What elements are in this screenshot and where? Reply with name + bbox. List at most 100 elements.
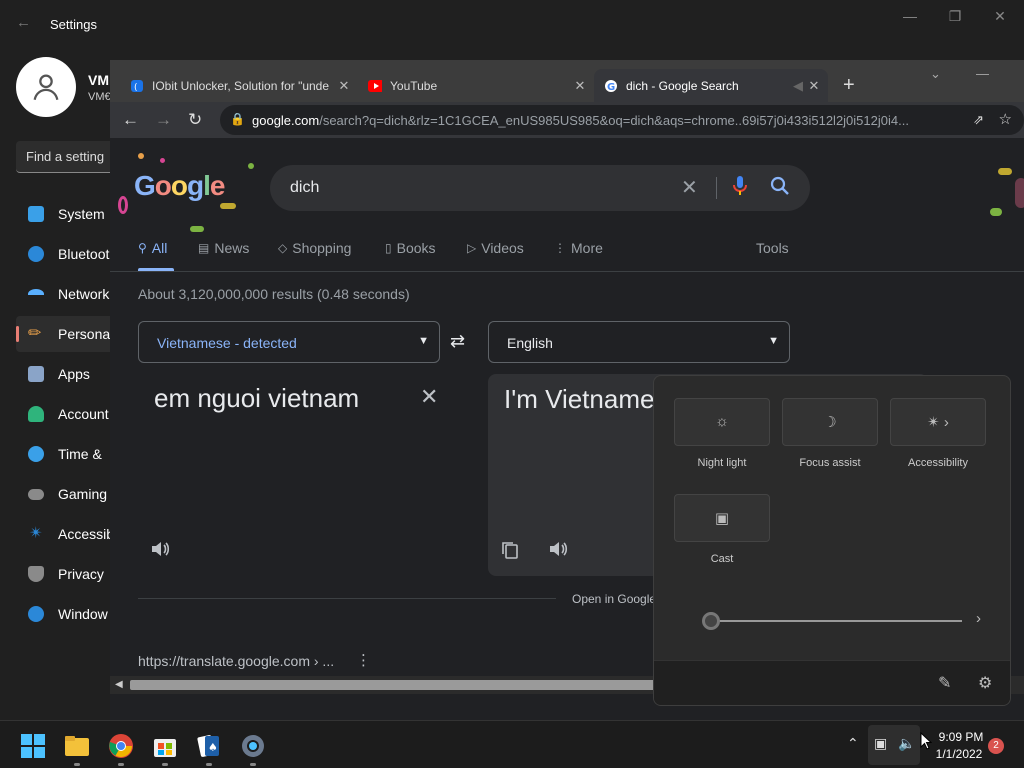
dropdown-caret-icon: ▼: [418, 335, 429, 347]
tab-iobit[interactable]: ( IObit Unlocker, Solution for "unde ✕: [120, 69, 358, 102]
mute-icon[interactable]: ◀: [790, 78, 806, 94]
speaker-icon[interactable]: [548, 540, 570, 563]
chrome-icon[interactable]: [108, 733, 134, 759]
clear-icon[interactable]: ✕: [681, 175, 698, 200]
clock-icon: [28, 446, 44, 462]
brightness-icon: ☼: [715, 413, 729, 430]
update-icon: [28, 606, 44, 622]
forward-icon[interactable]: →: [155, 110, 172, 130]
settings-gear-icon[interactable]: [240, 733, 266, 759]
accessibility-icon: ✴ ›: [927, 414, 949, 431]
user-name: VM: [88, 72, 109, 88]
quick-settings-footer: ✎ ⚙: [654, 660, 1010, 705]
tab-videos[interactable]: ▷ Videos: [467, 240, 524, 256]
tab-close-icon[interactable]: ✕: [806, 78, 822, 94]
volume-slider-knob[interactable]: [702, 612, 720, 630]
running-indicator: [118, 763, 124, 766]
tab-youtube[interactable]: YouTube ✕: [358, 69, 594, 102]
swap-languages-icon[interactable]: ⇄: [450, 331, 465, 352]
copy-icon[interactable]: [500, 540, 520, 565]
minimize-icon[interactable]: —: [976, 66, 989, 81]
solitaire-icon[interactable]: ♠: [196, 733, 222, 759]
target-language-select[interactable]: English ▼: [488, 321, 790, 363]
tab-strip: ( IObit Unlocker, Solution for "unde ✕ Y…: [110, 60, 1024, 102]
night-light-toggle[interactable]: ☼: [674, 398, 770, 446]
store-icon[interactable]: [152, 733, 178, 759]
source-text-area[interactable]: em nguoi vietnam ✕: [138, 374, 450, 580]
accessibility-toggle[interactable]: ✴ ›: [890, 398, 986, 446]
running-indicator: [206, 763, 212, 766]
tab-books[interactable]: ▯ Books: [385, 240, 436, 256]
address-bar[interactable]: 🔒 google.com/search?q=dich&rlz=1C1GCEA_e…: [220, 105, 1024, 135]
bookmark-star-icon[interactable]: ☆: [999, 110, 1012, 128]
mouse-cursor-icon: [920, 732, 932, 750]
tabs-divider: [110, 271, 1024, 272]
more-vertical-icon: ⋮: [554, 241, 566, 255]
close-icon[interactable]: ✕: [990, 8, 1010, 25]
reload-icon[interactable]: ↻: [188, 110, 202, 130]
chevron-right-icon[interactable]: ›: [976, 610, 981, 627]
tray-network-volume-button[interactable]: ▣ 🔈: [868, 725, 920, 765]
result-stats: About 3,120,000,000 results (0.48 second…: [138, 286, 410, 302]
search-input[interactable]: dich: [290, 179, 319, 197]
dropdown-caret-icon: ▼: [768, 335, 779, 347]
scroll-thumb[interactable]: [130, 680, 660, 690]
tab-close-icon[interactable]: ✕: [572, 78, 588, 94]
settings-title: Settings: [50, 17, 97, 32]
search-icon[interactable]: [770, 176, 790, 201]
tab-close-icon[interactable]: ✕: [336, 78, 352, 94]
google-logo[interactable]: Google: [134, 170, 225, 202]
windows-start-icon[interactable]: [20, 733, 46, 759]
volume-slider-track[interactable]: [710, 620, 962, 622]
svg-text:♠: ♠: [208, 741, 218, 754]
network-icon: ▣: [874, 735, 888, 751]
quick-settings-panel: ☼ Night light ☽ Focus assist ✴ › Accessi…: [653, 375, 1011, 706]
minimize-icon[interactable]: —: [900, 8, 920, 24]
tab-all[interactable]: ⚲ All: [138, 240, 167, 256]
running-indicator: [250, 763, 256, 766]
brush-icon: ✏: [28, 325, 42, 342]
source-language-select[interactable]: Vietnamese - detected ▼: [138, 321, 440, 363]
result-url[interactable]: https://translate.google.com › ...: [138, 653, 334, 669]
volume-icon: 🔈: [898, 735, 916, 751]
new-tab-icon[interactable]: +: [843, 74, 855, 97]
speaker-icon[interactable]: [150, 540, 172, 563]
clock-date[interactable]: 1/1/2022: [934, 747, 984, 761]
night-light-label: Night light: [697, 457, 747, 469]
tab-search-chevron-icon[interactable]: ⌄: [930, 66, 941, 82]
avatar[interactable]: [16, 57, 76, 117]
tab-more[interactable]: ⋮ More: [554, 240, 603, 256]
chevron-up-icon[interactable]: ⌃: [847, 735, 859, 752]
source-text[interactable]: em nguoi vietnam: [154, 380, 384, 416]
tab-news[interactable]: ▤ News: [198, 240, 249, 256]
accessibility-label: Accessibility: [908, 457, 968, 469]
gear-icon[interactable]: ⚙: [978, 673, 992, 693]
focus-assist-toggle[interactable]: ☽: [782, 398, 878, 446]
microphone-icon[interactable]: [732, 175, 748, 202]
tools-button[interactable]: Tools: [756, 240, 789, 256]
apps-icon: [28, 366, 44, 382]
scroll-left-icon[interactable]: ◀: [115, 679, 123, 690]
cast-toggle[interactable]: ▣: [674, 494, 770, 542]
search-box[interactable]: dich ✕: [270, 165, 810, 211]
book-icon: ▯: [385, 241, 392, 255]
file-explorer-icon[interactable]: [64, 733, 90, 759]
search-icon: ⚲: [138, 241, 147, 255]
lock-icon: 🔒: [230, 112, 245, 126]
focus-assist-label: Focus assist: [799, 457, 861, 469]
clock-time[interactable]: 9:09 PM: [938, 730, 984, 744]
clear-source-icon[interactable]: ✕: [420, 384, 438, 410]
back-icon[interactable]: ←: [122, 110, 139, 130]
tab-google-search[interactable]: G dich - Google Search ◀ ✕: [594, 69, 828, 102]
notification-badge[interactable]: 2: [988, 738, 1004, 754]
share-icon[interactable]: ⇗: [973, 112, 984, 128]
iobit-icon: (: [130, 79, 144, 93]
back-arrow-icon[interactable]: ←: [16, 14, 31, 31]
maximize-icon[interactable]: ❐: [945, 8, 965, 25]
more-vertical-icon[interactable]: ⋮: [356, 651, 371, 669]
tab-shopping[interactable]: ◇ Shopping: [278, 240, 351, 256]
running-indicator: [74, 763, 80, 766]
edit-pencil-icon[interactable]: ✎: [938, 673, 951, 693]
cast-icon: ▣: [714, 510, 730, 527]
wifi-icon: [28, 289, 44, 299]
